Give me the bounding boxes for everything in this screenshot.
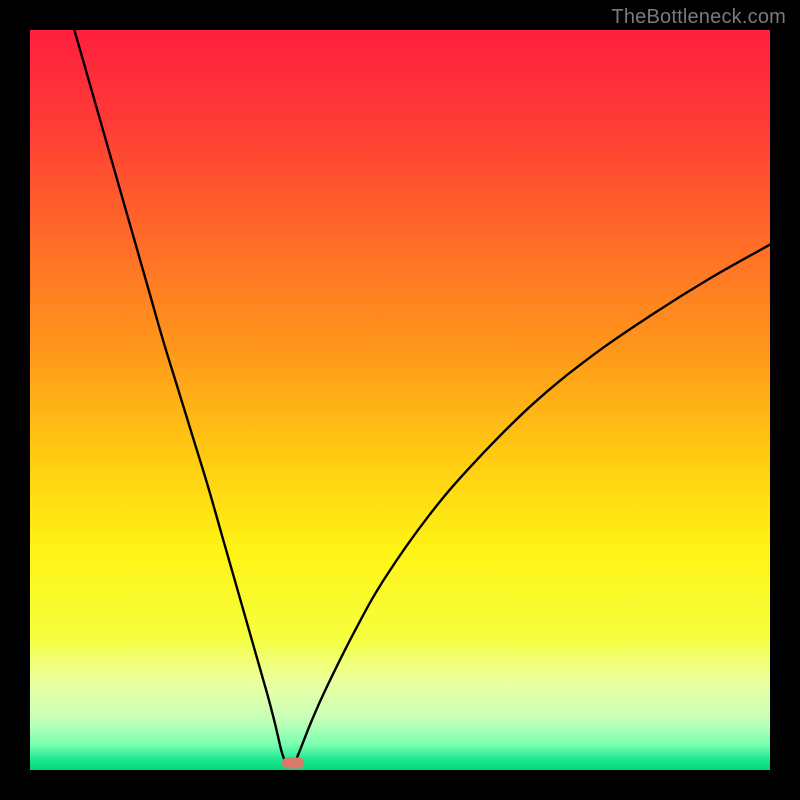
bottleneck-curve <box>30 30 770 770</box>
chart-stage: TheBottleneck.com <box>0 0 800 800</box>
watermark-label: TheBottleneck.com <box>611 6 786 29</box>
optimal-point-marker <box>282 758 304 769</box>
plot-area <box>30 30 770 770</box>
